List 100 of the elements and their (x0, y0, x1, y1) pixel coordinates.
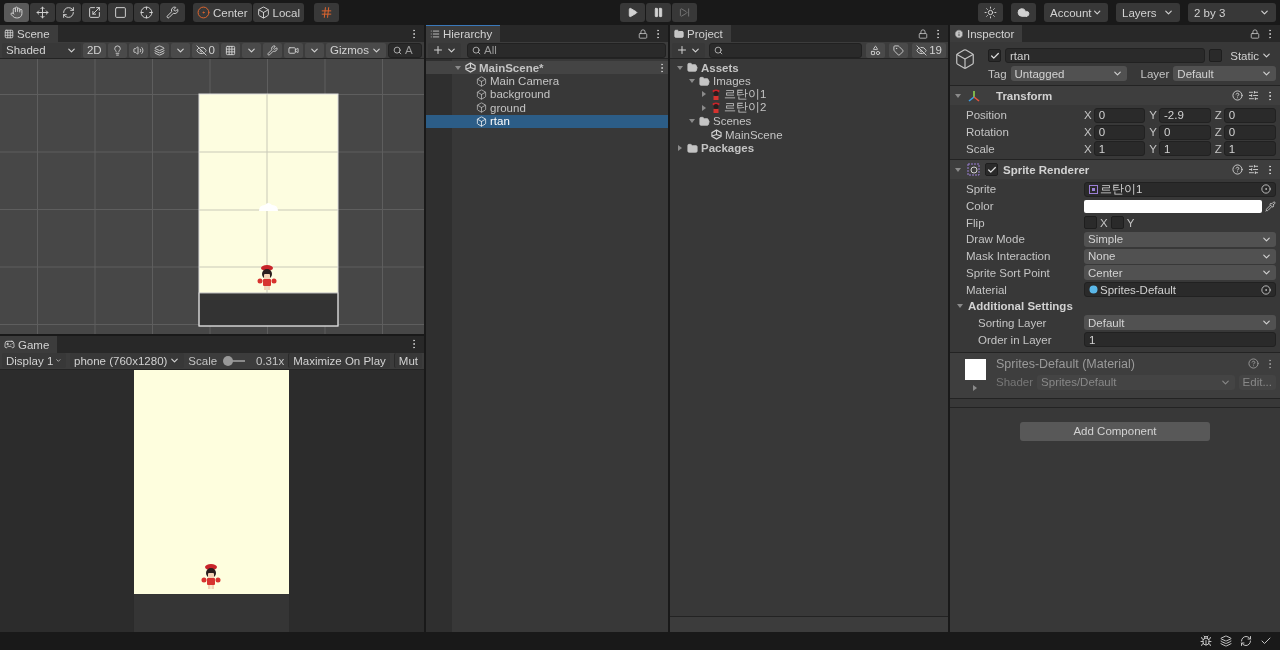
game-tab[interactable]: Game (0, 336, 58, 353)
display-dropdown[interactable]: Display 1 (2, 353, 66, 369)
audio-toggle[interactable] (128, 42, 148, 58)
help-icon[interactable] (1232, 163, 1243, 175)
search-field[interactable]: A (388, 42, 422, 58)
add-component-button[interactable]: Add Component (1020, 421, 1210, 441)
tool-button[interactable] (160, 3, 185, 22)
bug-icon[interactable] (1200, 635, 1212, 647)
project-item[interactable]: Packages (670, 141, 948, 155)
hierarchy-item[interactable]: ground (426, 101, 668, 115)
create-button[interactable] (672, 42, 705, 58)
tool-button[interactable] (4, 3, 29, 22)
tool-button[interactable] (82, 3, 107, 22)
layer-dropdown[interactable]: Default (1173, 66, 1276, 81)
draw-mode-dropdown[interactable]: Shaded (2, 42, 81, 58)
gizmos-dropdown[interactable]: Gizmos (326, 42, 386, 58)
object-picker-icon[interactable] (1261, 184, 1271, 195)
checkbox[interactable] (988, 49, 1001, 62)
mode-2d-toggle[interactable]: 2D (82, 42, 106, 58)
hierarchy-item[interactable]: rtan (426, 114, 668, 128)
dropdown[interactable]: Default (1084, 315, 1276, 331)
number-field[interactable]: 1 (1084, 332, 1276, 348)
expand-arrow-icon[interactable] (454, 63, 462, 72)
effects-menu-button[interactable] (170, 42, 190, 58)
layers-icon[interactable] (1220, 635, 1232, 647)
number-field[interactable]: 0 (1159, 124, 1211, 140)
slider-thumb[interactable] (223, 356, 234, 366)
check-icon[interactable] (1260, 635, 1272, 647)
number-field[interactable]: 0 (1223, 107, 1276, 123)
layout-dropdown[interactable]: 2 by 3 (1188, 3, 1276, 22)
number-field[interactable]: 1 (1223, 141, 1276, 157)
scene-header-item[interactable]: MainScene* (426, 61, 668, 75)
search-field[interactable] (709, 42, 863, 58)
dropdown[interactable]: Simple (1084, 231, 1276, 247)
color-swatch[interactable] (1084, 199, 1262, 213)
checkbox[interactable] (1110, 216, 1124, 230)
expand-arrow-icon[interactable] (700, 103, 708, 112)
dropdown[interactable]: None (1084, 248, 1276, 264)
number-field[interactable]: -2.9 (1159, 107, 1211, 123)
project-tab[interactable]: Project (670, 25, 731, 42)
effects-toggle[interactable] (149, 42, 169, 58)
tool-button[interactable] (108, 3, 133, 22)
game-view-button[interactable]: Maximize On Play (288, 353, 390, 369)
checkbox[interactable] (1084, 216, 1097, 230)
refresh-icon[interactable] (1240, 635, 1252, 647)
project-item[interactable]: Images (670, 74, 948, 88)
play-button[interactable] (620, 3, 645, 22)
presets-icon[interactable] (1248, 163, 1259, 175)
eyedropper-icon[interactable] (1265, 200, 1276, 212)
grid-menu-button[interactable] (242, 42, 261, 58)
services-button[interactable] (978, 3, 1003, 22)
hierarchy-item[interactable]: background (426, 87, 668, 102)
object-field[interactable]: 르탄이1 (1084, 181, 1276, 197)
filter-type-button[interactable] (866, 42, 886, 58)
tools-toggle[interactable] (263, 42, 282, 58)
camera-menu-button[interactable] (305, 42, 324, 58)
game-view-button[interactable]: Mut (393, 353, 422, 369)
dropdown[interactable]: Center (1084, 265, 1276, 281)
number-field[interactable]: 0 (1093, 107, 1146, 123)
number-field[interactable]: 0 (1223, 124, 1276, 140)
inspector-tab[interactable]: Inspector (950, 25, 1023, 42)
grid-toggle[interactable] (221, 42, 240, 58)
expand-arrow-icon[interactable] (676, 63, 684, 72)
lock-icon[interactable] (638, 28, 648, 39)
project-item[interactable]: MainScene (670, 127, 948, 142)
search-field[interactable]: All (467, 42, 666, 58)
number-field[interactable]: 1 (1093, 141, 1146, 157)
expand-arrow-icon[interactable] (700, 90, 708, 99)
foldout-label[interactable]: Additional Settings (968, 300, 1073, 313)
resolution-dropdown[interactable]: phone (760x1280) (70, 353, 185, 369)
expand-arrow-icon[interactable] (954, 165, 962, 174)
tool-button[interactable] (134, 3, 159, 22)
presets-icon[interactable] (1248, 89, 1259, 101)
checkbox[interactable] (1209, 49, 1223, 62)
lock-icon[interactable] (918, 28, 928, 39)
checkbox[interactable] (985, 163, 998, 177)
number-field[interactable]: 1 (1159, 141, 1211, 157)
expand-arrow-icon[interactable] (954, 91, 962, 100)
layers-dropdown[interactable]: Layers (1116, 3, 1180, 22)
help-icon[interactable] (1232, 89, 1243, 101)
cloud-button[interactable] (1011, 3, 1036, 22)
camera-toggle[interactable] (284, 42, 303, 58)
project-item[interactable]: Scenes (670, 114, 948, 128)
project-item[interactable]: 르탄이2 (670, 101, 948, 115)
number-field[interactable]: 0 (1093, 124, 1146, 140)
project-item[interactable]: 르탄이1 (670, 87, 948, 102)
lock-icon[interactable] (1250, 28, 1260, 39)
scene-tab[interactable]: Scene (0, 25, 58, 42)
project-item[interactable]: Assets (670, 61, 948, 75)
name-field[interactable]: rtan (1005, 48, 1206, 63)
create-button[interactable] (428, 42, 461, 58)
hidden-objects-toggle[interactable]: 0 (191, 42, 219, 58)
tool-button[interactable] (30, 3, 55, 22)
pivot-button[interactable]: Local (252, 3, 305, 22)
pivot-button[interactable]: Center (193, 3, 252, 22)
help-icon[interactable] (1248, 357, 1259, 369)
account-dropdown[interactable]: Account (1044, 3, 1108, 22)
filter-label-button[interactable] (889, 42, 909, 58)
lighting-toggle[interactable] (107, 42, 127, 58)
object-field[interactable]: Sprites-Default (1084, 282, 1276, 298)
